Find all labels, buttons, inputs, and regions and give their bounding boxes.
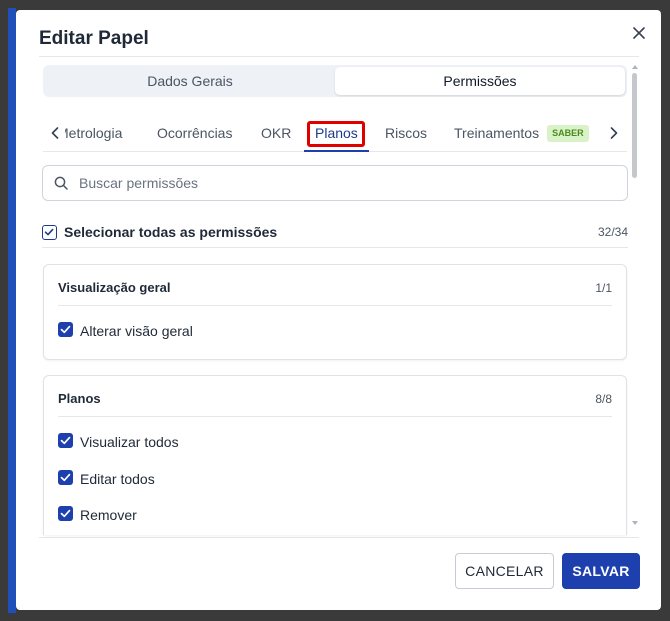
- select-all-divider: [42, 247, 628, 248]
- chevron-right-icon: [610, 127, 618, 139]
- close-button[interactable]: [628, 22, 650, 44]
- save-button[interactable]: SALVAR: [562, 553, 640, 589]
- group-divider: [58, 416, 612, 417]
- check-icon: [60, 436, 71, 445]
- tabs-next-button[interactable]: [604, 120, 624, 146]
- edit-role-dialog: Editar Papel Dados Gerais Permissões Met…: [16, 10, 661, 610]
- dialog-title: Editar Papel: [39, 28, 149, 49]
- cancel-button[interactable]: CANCELAR: [455, 553, 554, 589]
- search-field[interactable]: [42, 165, 628, 201]
- tabs-viewport: Metrologia Ocorrências OKR Planos Riscos…: [65, 114, 600, 152]
- segment-dados-gerais[interactable]: Dados Gerais: [45, 67, 335, 95]
- permission-group-planos: Planos 8/8 Visualizar todos Editar todos: [43, 375, 627, 535]
- check-icon: [60, 325, 71, 334]
- select-all-row: Selecionar todas as permissões 32/34: [42, 222, 628, 248]
- permission-checkbox[interactable]: [58, 506, 73, 521]
- group-count: 8/8: [595, 392, 612, 406]
- title-divider: [39, 56, 639, 57]
- module-tabs: Metrologia Ocorrências OKR Planos Riscos…: [43, 114, 627, 152]
- select-all-checkbox[interactable]: [42, 225, 57, 240]
- scroll-down-arrow[interactable]: [632, 521, 638, 525]
- group-count: 1/1: [595, 281, 612, 295]
- select-all-count: 32/34: [597, 225, 628, 239]
- group-divider: [58, 305, 612, 306]
- scrollbar-thumb[interactable]: [632, 73, 637, 178]
- tab-planos-label: Planos: [315, 125, 358, 141]
- group-title: Planos: [58, 391, 101, 406]
- check-icon: [44, 228, 54, 236]
- tab-metrologia[interactable]: Metrologia: [65, 114, 122, 152]
- backdrop-side-strip: [8, 8, 16, 613]
- select-all-label[interactable]: Selecionar todas as permissões: [64, 224, 277, 240]
- permission-checkbox[interactable]: [58, 433, 73, 448]
- group-title: Visualização geral: [58, 280, 171, 295]
- close-icon: [633, 27, 645, 39]
- footer-divider: [39, 537, 639, 538]
- tab-planos[interactable]: Planos: [304, 114, 369, 152]
- vertical-scrollbar[interactable]: [630, 65, 640, 525]
- check-icon: [60, 509, 71, 518]
- search-input[interactable]: [77, 166, 617, 200]
- permission-label: Visualizar todos: [80, 434, 179, 450]
- tab-riscos[interactable]: Riscos: [385, 114, 427, 152]
- tab-okr[interactable]: OKR: [261, 114, 291, 152]
- scroll-up-arrow[interactable]: [632, 65, 638, 69]
- permission-checkbox[interactable]: [58, 322, 73, 337]
- segment-permissoes[interactable]: Permissões: [335, 67, 625, 95]
- permission-checkbox[interactable]: [58, 470, 73, 485]
- check-icon: [60, 473, 71, 482]
- permission-label: Remover: [80, 507, 137, 523]
- permission-label: Alterar visão geral: [80, 323, 193, 339]
- tabs-prev-button[interactable]: [45, 120, 65, 146]
- permission-group-visualizacao-geral: Visualização geral 1/1 Alterar visão ger…: [43, 264, 627, 360]
- segmented-control: Dados Gerais Permissões: [43, 65, 627, 97]
- tab-treinamentos[interactable]: Treinamentos SABER: [454, 114, 589, 152]
- search-icon: [54, 176, 68, 190]
- saber-badge: SABER: [547, 125, 589, 142]
- tab-ocorrencias[interactable]: Ocorrências: [157, 114, 232, 152]
- tab-treinamentos-label: Treinamentos: [454, 125, 540, 141]
- chevron-left-icon: [51, 127, 59, 139]
- permission-label: Editar todos: [80, 471, 155, 487]
